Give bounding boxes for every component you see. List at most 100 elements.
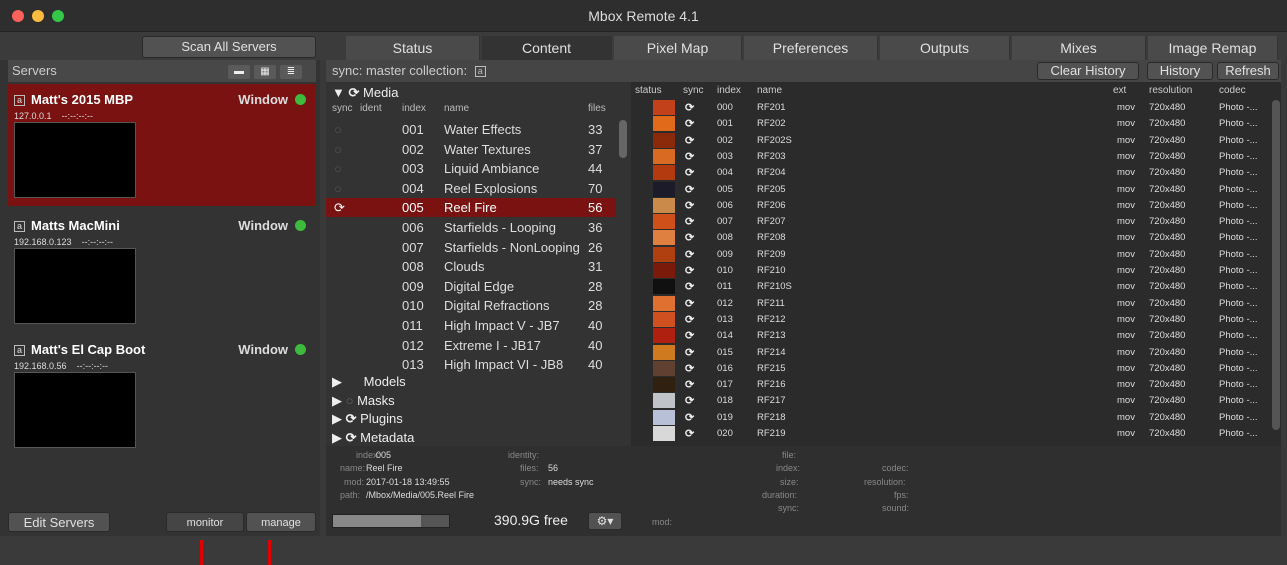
info-file-mod-label: mod: xyxy=(652,517,673,527)
disk-usage-fill xyxy=(333,515,422,527)
info-panel: index: 005 name: Reel Fire mod: 2017-01-… xyxy=(326,446,1281,527)
info-path-value: /Mbox/Media/005.Reel Fire xyxy=(366,490,475,500)
media-row[interactable]: ⟳ 019 RF218 mov 720x480 Photo -... xyxy=(631,409,1281,426)
collection-row[interactable]: ⟳ 005 Reel Fire 56 xyxy=(326,198,616,218)
media-group-header[interactable]: ▼ ⟳ Media xyxy=(332,84,637,102)
media-row[interactable]: ⟳ 008 RF208 mov 720x480 Photo -... xyxy=(631,230,1281,246)
collections-panel: ▼ ⟳ Media sync ident index name files ○ 0… xyxy=(326,82,631,446)
media-thumbnail xyxy=(653,295,675,311)
group-models[interactable]: ▶ Models xyxy=(332,373,637,391)
info-duration-label: duration: xyxy=(762,490,798,500)
collection-sync-icon[interactable]: ○ xyxy=(334,179,342,198)
media-row[interactable]: ⟳ 013 RF212 mov 720x480 Photo -... xyxy=(631,311,1281,328)
media-row[interactable]: ⟳ 003 RF203 mov 720x480 Photo -... xyxy=(631,148,1281,165)
server-item[interactable]: a Matt's El Cap Boot 192.168.0.56 --:--:--… xyxy=(8,334,316,456)
tab-status[interactable]: Status xyxy=(346,36,480,60)
tab-pixel-map[interactable]: Pixel Map xyxy=(614,36,742,60)
sync-collection-badge: a xyxy=(474,66,486,78)
view-list-icon[interactable]: ≣ xyxy=(280,65,302,79)
manage-button[interactable]: manage xyxy=(246,512,316,532)
collection-sync-icon[interactable]: ○ xyxy=(334,140,342,159)
media-row[interactable]: ⟳ 015 RF214 mov 720x480 Photo -... xyxy=(631,344,1281,361)
clear-history-button[interactable]: Clear History xyxy=(1037,62,1139,80)
tab-image-remap[interactable]: Image Remap xyxy=(1148,36,1278,60)
server-preview[interactable] xyxy=(14,122,136,198)
info-mod-value: 2017-01-18 13:49:55 xyxy=(366,477,450,487)
view-single-icon[interactable]: ▬ xyxy=(228,65,250,79)
server-preview[interactable] xyxy=(14,372,136,448)
collection-row[interactable]: ○ 001 Water Effects 33 xyxy=(326,120,616,139)
collection-sync-icon[interactable]: ○ xyxy=(334,159,342,178)
info-sync-label: sync: xyxy=(520,477,542,487)
col-header-ident: ident xyxy=(360,103,382,114)
info-name-value: Reel Fire xyxy=(366,463,403,473)
view-grid-icon[interactable]: ▦ xyxy=(254,65,276,79)
media-sync-icon: ⟳ xyxy=(685,395,695,408)
info-index-label: index: xyxy=(356,450,381,460)
media-thumbnail xyxy=(653,311,675,327)
server-preview[interactable] xyxy=(14,248,136,324)
server-online-icon xyxy=(295,344,306,355)
group-plugins[interactable]: ▶ ⟳ Plugins xyxy=(332,410,637,428)
scan-all-servers-button[interactable]: Scan All Servers xyxy=(142,36,316,58)
history-button[interactable]: History xyxy=(1147,62,1213,80)
media-row[interactable]: ⟳ 000 RF201 mov 720x480 Photo -... xyxy=(631,100,1281,116)
collection-row[interactable]: 013 High Impact VI - JB8 40 xyxy=(326,355,616,374)
tab-preferences[interactable]: Preferences xyxy=(744,36,878,60)
media-row[interactable]: ⟳ 005 RF205 mov 720x480 Photo -... xyxy=(631,181,1281,198)
server-mode: Window xyxy=(238,342,288,357)
sync-label: sync: master collection: xyxy=(332,63,468,78)
group-masks[interactable]: ▶ ○ Masks xyxy=(332,392,637,410)
edit-servers-button[interactable]: Edit Servers xyxy=(8,512,110,532)
collection-row[interactable]: 011 High Impact V - JB7 40 xyxy=(326,316,616,335)
media-header-status: status xyxy=(635,85,662,96)
media-row[interactable]: ⟳ 016 RF215 mov 720x480 Photo -... xyxy=(631,360,1281,377)
collection-row[interactable]: 007 Starfields - NonLooping 26 xyxy=(326,238,616,257)
server-address: 127.0.0.1 --:--:--:-- xyxy=(14,111,94,121)
collection-row[interactable]: 012 Extreme I - JB17 40 xyxy=(326,336,616,355)
media-thumbnail xyxy=(653,328,675,344)
tab-outputs[interactable]: Outputs xyxy=(880,36,1010,60)
collection-row[interactable]: 009 Digital Edge 28 xyxy=(326,277,616,296)
media-row[interactable]: ⟳ 018 RF217 mov 720x480 Photo -... xyxy=(631,393,1281,409)
media-row[interactable]: ⟳ 007 RF207 mov 720x480 Photo -... xyxy=(631,214,1281,230)
media-sync-icon: ⟳ xyxy=(685,102,695,114)
server-item[interactable]: a Matts MacMini 192.168.0.123 --:--:--:-- W… xyxy=(8,210,316,332)
media-row[interactable]: ⟳ 010 RF210 mov 720x480 Photo -... xyxy=(631,263,1281,279)
collections-scrollbar[interactable] xyxy=(619,120,627,158)
tab-mixes[interactable]: Mixes xyxy=(1012,36,1146,60)
media-header-ext: ext xyxy=(1113,85,1127,96)
media-row[interactable]: ⟳ 009 RF209 mov 720x480 Photo -... xyxy=(631,246,1281,263)
collection-row[interactable]: 006 Starfields - Looping 36 xyxy=(326,218,616,237)
gear-menu-icon[interactable]: ⚙▾ xyxy=(588,512,622,530)
collection-row[interactable]: ○ 002 Water Textures 37 xyxy=(326,140,616,159)
media-row[interactable]: ⟳ 001 RF202 mov 720x480 Photo -... xyxy=(631,116,1281,132)
media-thumbnail xyxy=(653,181,675,197)
media-scrollbar[interactable] xyxy=(1272,100,1280,430)
media-sync-icon: ⟳ xyxy=(685,134,695,147)
group-metadata[interactable]: ▶ ⟳ Metadata xyxy=(332,429,637,447)
media-row[interactable]: ⟳ 014 RF213 mov 720x480 Photo -... xyxy=(631,328,1281,344)
media-row[interactable]: ⟳ 002 RF202S mov 720x480 Photo -... xyxy=(631,132,1281,149)
info-file-index-label: index: xyxy=(776,463,801,473)
media-row[interactable]: ⟳ 011 RF210S mov 720x480 Photo -... xyxy=(631,279,1281,295)
collection-sync-icon[interactable]: ○ xyxy=(334,120,342,139)
server-badge-icon: a xyxy=(14,345,25,357)
collection-row[interactable]: 010 Digital Refractions 28 xyxy=(326,296,616,315)
media-row[interactable]: ⟳ 017 RF216 mov 720x480 Photo -... xyxy=(631,377,1281,393)
collection-row[interactable]: 008 Clouds 31 xyxy=(326,257,616,276)
col-header-files: files xyxy=(588,103,606,114)
media-row[interactable]: ⟳ 004 RF204 mov 720x480 Photo -... xyxy=(631,165,1281,181)
monitor-button[interactable]: monitor xyxy=(166,512,244,532)
refresh-button[interactable]: Refresh xyxy=(1217,62,1279,80)
server-item[interactable]: a Matt's 2015 MBP 127.0.0.1 --:--:--:-- Win… xyxy=(8,84,316,206)
collection-sync-icon[interactable]: ⟳ xyxy=(334,198,345,217)
media-row[interactable]: ⟳ 006 RF206 mov 720x480 Photo -... xyxy=(631,197,1281,214)
tab-content[interactable]: Content xyxy=(482,36,612,60)
media-sync-icon: ⟳ xyxy=(685,281,695,294)
media-row[interactable]: ⟳ 020 RF219 mov 720x480 Photo -... xyxy=(631,426,1281,442)
media-thumbnail xyxy=(653,116,675,132)
media-row[interactable]: ⟳ 012 RF211 mov 720x480 Photo -... xyxy=(631,295,1281,312)
collection-row[interactable]: ○ 004 Reel Explosions 70 xyxy=(326,179,616,198)
collection-row[interactable]: ○ 003 Liquid Ambiance 44 xyxy=(326,159,616,178)
